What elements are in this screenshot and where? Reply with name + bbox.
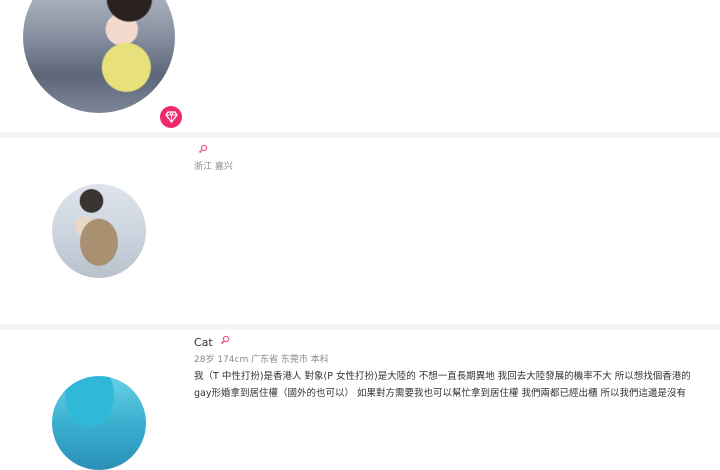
diamond-icon <box>164 111 178 123</box>
user-card-1[interactable] <box>0 0 720 132</box>
user-meta: 28岁 174cm 广东省 东莞市 本科 <box>194 355 329 365</box>
user-card-2[interactable]: 浙江 嘉兴 <box>0 138 720 324</box>
avatar[interactable] <box>52 376 146 470</box>
user-card-3[interactable]: Cat 28岁 174cm 广东省 东莞市 本科 我（T 中性打扮)是香港人 對… <box>0 330 720 470</box>
female-icon <box>199 144 208 153</box>
female-icon <box>221 335 230 344</box>
user-bio-line-1: 我（T 中性打扮)是香港人 對象(P 女性打扮)是大陸的 不想一直長期異地 我回… <box>194 371 691 382</box>
avatar[interactable] <box>23 0 175 113</box>
user-name: Cat <box>194 336 213 349</box>
user-name-row <box>194 144 208 158</box>
user-name-row: Cat <box>194 335 230 349</box>
avatar[interactable] <box>52 184 146 278</box>
user-bio-line-2: gay形婚拿到居住權（國外的也可以） 如果對方需要我也可以幫忙拿到居住權 我們兩… <box>194 388 687 399</box>
user-location: 浙江 嘉兴 <box>194 162 233 172</box>
vip-badge <box>160 106 182 128</box>
